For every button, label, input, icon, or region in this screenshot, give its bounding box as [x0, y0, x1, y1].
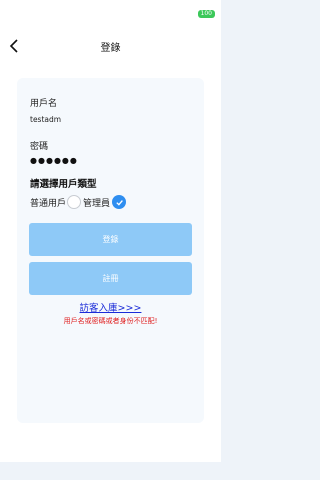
guest-link-container: 訪客入庫>>> — [0, 296, 221, 315]
register-button[interactable]: 註冊 — [29, 262, 192, 295]
option-admin-radio[interactable] — [112, 195, 127, 209]
option-admin-label: 管理員 — [83, 198, 111, 209]
status-bar: 11:18 ▂▄▆ 100 — [0, 0, 221, 30]
user-type-options: 普通用戶 管理員 — [30, 194, 127, 210]
username-field[interactable]: testadm — [30, 115, 61, 124]
page-title: 登錄 — [100, 43, 121, 54]
status-time: 11:18 — [22, 11, 48, 21]
password-field[interactable]: ●●●●●● — [30, 156, 78, 165]
option-normal-user-label: 普通用戶 — [30, 198, 67, 209]
username-label: 用戶名 — [30, 99, 58, 109]
error-message: 用戶名或密碼或者身份不匹配! — [63, 317, 158, 325]
nav-bar: 登錄 — [0, 30, 221, 62]
login-button[interactable]: 登錄 — [29, 223, 192, 256]
signal-icon: ▂▄▆ — [178, 10, 195, 18]
battery-indicator: 100 — [197, 10, 215, 18]
status-indicators: ▂▄▆ 100 — [178, 10, 215, 18]
bottom-area — [0, 462, 221, 480]
user-type-title: 請選擇用戶類型 — [30, 179, 97, 190]
password-label: 密碼 — [30, 142, 49, 152]
option-normal-user-radio[interactable] — [67, 195, 82, 209]
check-icon — [115, 199, 123, 206]
guest-link[interactable]: 訪客入庫>>> — [80, 303, 142, 314]
